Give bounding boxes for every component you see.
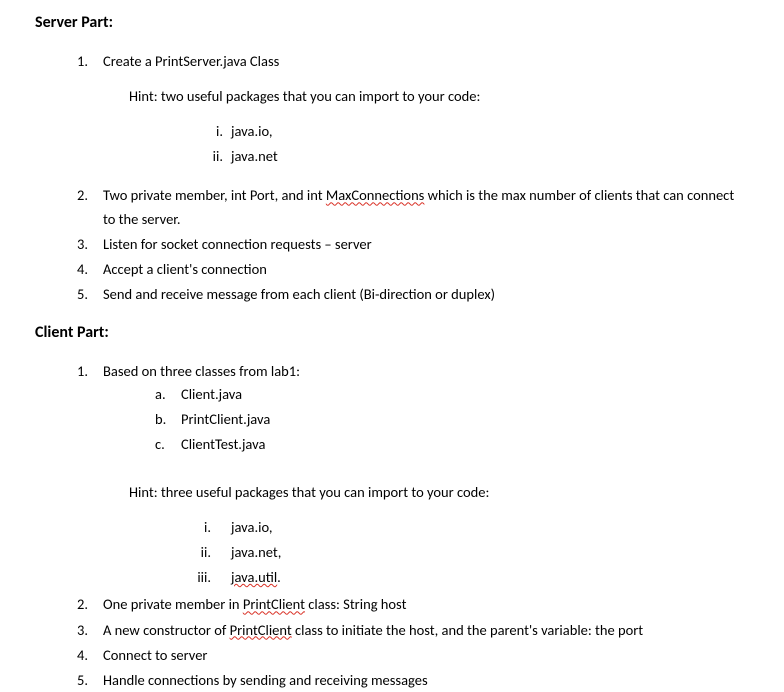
list-text: Create a PrintServer.java Class [103,50,749,73]
roman-item: iii. java.util. [193,566,749,589]
alpha-text: Client.java [181,383,242,406]
alpha-text: PrintClient.java [181,408,270,431]
roman-marker: i. [193,516,223,539]
list-text: Connect to server [103,644,749,667]
spellcheck-error: PrintClient [243,595,305,613]
alpha-marker: a. [155,383,181,406]
client-item-4: 4. Connect to server [77,644,749,667]
client-part-heading: Client Part: [35,320,749,346]
roman-text: java.util. [223,566,281,589]
spellcheck-error: MaxConnections [326,186,424,204]
roman-marker: i. [203,120,231,143]
num-marker: 1. [77,50,103,171]
list-text: Handle connections by sending and receiv… [103,669,749,692]
alpha-item: a. Client.java [155,383,749,406]
roman-text: java.net, [223,541,281,564]
list-text: Accept a client's connection [103,258,749,281]
client-item-1: 1. Based on three classes from lab1: a. … [77,360,749,592]
alpha-item: b. PrintClient.java [155,408,749,431]
spellcheck-error: java.util [231,568,277,586]
alpha-text: ClientTest.java [181,433,265,456]
server-item-2: 2. Two private member, int Port, and int… [77,184,749,230]
server-item-5: 5. Send and receive message from each cl… [77,283,749,306]
roman-marker: ii. [203,145,231,168]
alpha-item: c. ClientTest.java [155,433,749,456]
client-item-3: 3. A new constructor of PrintClient clas… [77,619,749,642]
list-text: Two private member, int Port, and int Ma… [103,184,749,230]
list-text: Send and receive message from each clien… [103,283,749,306]
num-marker: 3. [77,233,103,256]
roman-marker: ii. [193,541,223,564]
num-marker: 5. [77,669,103,692]
roman-list: i. java.io, ii. java.net, iii. java.util… [193,516,749,590]
roman-list: i. java.io, ii. java.net [203,120,749,168]
hint-text: Hint: two useful packages that you can i… [129,85,749,108]
client-item-2: 2. One private member in PrintClient cla… [77,593,749,616]
roman-text: java.io, [231,120,272,143]
roman-text: java.io, [223,516,272,539]
num-marker: 5. [77,283,103,306]
roman-text: java.net [231,145,278,168]
list-text: Based on three classes from lab1: [103,360,749,383]
alpha-marker: c. [155,433,181,456]
roman-item: ii. java.net, [193,541,749,564]
server-list: 1. Create a PrintServer.java Class Hint:… [77,50,749,307]
roman-item: i. java.io, [203,120,749,143]
roman-item: i. java.io, [193,516,749,539]
server-item-3: 3. Listen for socket connection requests… [77,233,749,256]
alpha-marker: b. [155,408,181,431]
hint-text: Hint: three useful packages that you can… [129,481,749,504]
roman-marker: iii. [193,566,223,589]
num-marker: 4. [77,258,103,281]
roman-item: ii. java.net [203,145,749,168]
num-marker: 2. [77,184,103,230]
server-part-heading: Server Part: [35,10,749,36]
server-item-1: 1. Create a PrintServer.java Class Hint:… [77,50,749,171]
num-marker: 4. [77,644,103,667]
list-text: A new constructor of PrintClient class t… [103,619,749,642]
list-text: One private member in PrintClient class:… [103,593,749,616]
list-text: Listen for socket connection requests – … [103,233,749,256]
spellcheck-error: PrintClient [230,621,292,639]
client-list: 1. Based on three classes from lab1: a. … [77,360,749,692]
server-item-4: 4. Accept a client's connection [77,258,749,281]
num-marker: 3. [77,619,103,642]
num-marker: 2. [77,593,103,616]
num-marker: 1. [77,360,103,592]
alpha-list: a. Client.java b. PrintClient.java c. Cl… [155,383,749,457]
client-item-5: 5. Handle connections by sending and rec… [77,669,749,692]
